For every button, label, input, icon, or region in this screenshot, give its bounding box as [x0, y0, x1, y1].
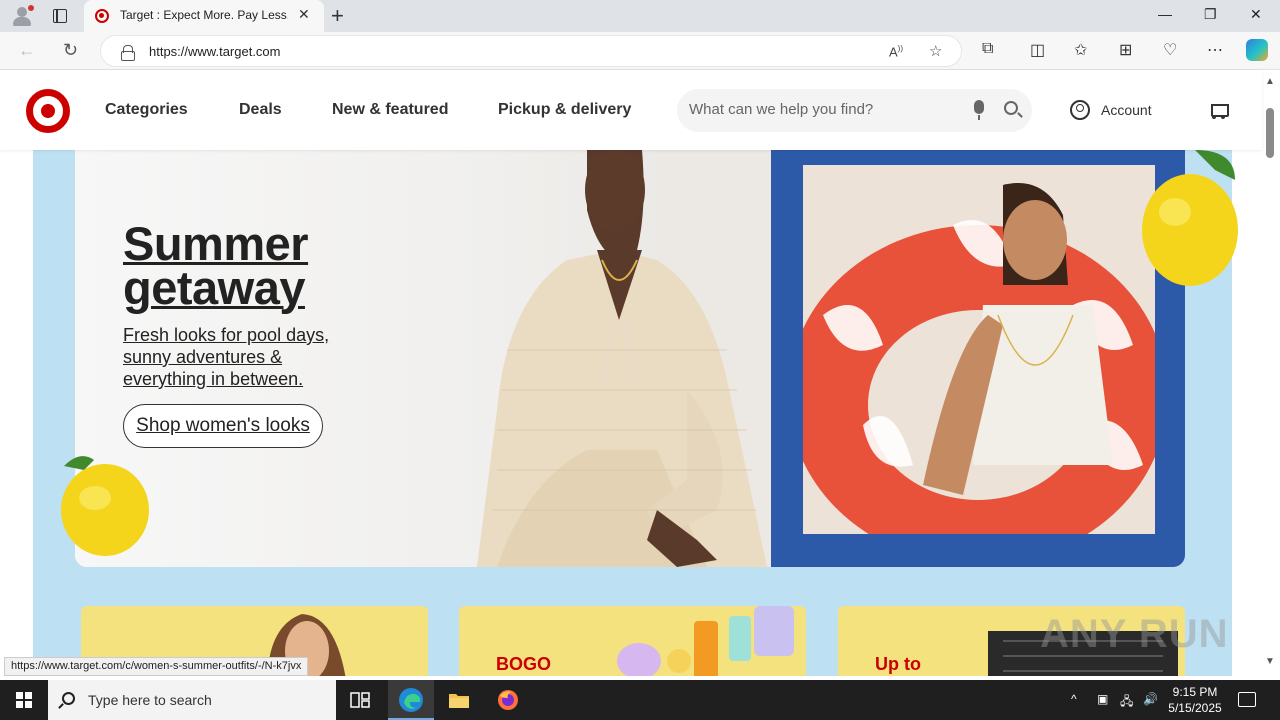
address-bar[interactable]: https://www.target.com A)) ☆ — [100, 35, 962, 67]
taskbar-search-input[interactable]: Type here to search — [88, 692, 212, 708]
target-favicon-icon — [95, 9, 109, 23]
back-button[interactable]: ← — [18, 40, 36, 61]
edge-taskbar-button[interactable] — [388, 680, 434, 720]
browser-essentials-icon[interactable]: ♡ — [1163, 40, 1177, 60]
search-bar[interactable]: What can we help you find? — [677, 89, 1032, 132]
tab-title: Target : Expect More. Pay Less. — [120, 8, 288, 22]
cart-icon[interactable] — [1208, 101, 1229, 119]
tile-up-to-label[interactable]: Up to — [875, 654, 921, 675]
target-logo-icon[interactable] — [26, 89, 70, 133]
tile-bogo-label[interactable]: BOGO — [496, 654, 551, 675]
search-icon — [62, 692, 75, 705]
model-crochet-dress-image[interactable] — [357, 150, 771, 567]
scroll-up-arrow-icon[interactable]: ▲ — [1265, 76, 1275, 87]
file-explorer-icon[interactable] — [447, 688, 471, 712]
notification-center-icon[interactable] — [1238, 692, 1256, 707]
restore-button[interactable]: ❐ — [1204, 6, 1217, 23]
split-screen-icon[interactable]: ◫ — [1030, 40, 1045, 60]
scrollbar-thumb[interactable] — [1266, 108, 1274, 158]
address-toolbar: ← ↻ https://www.target.com A)) ☆ ⧉ ◫ ✩ ⊞… — [0, 32, 1280, 70]
hero-title-line1[interactable]: Summer — [123, 220, 309, 267]
microphone-icon[interactable] — [974, 100, 984, 120]
clock-date: 5/15/2025 — [1168, 701, 1222, 715]
lock-icon[interactable] — [121, 45, 135, 61]
hero-banner[interactable]: Summer getaway Fresh looks for pool days… — [75, 150, 1185, 567]
page-scrollbar[interactable]: ▲ ▼ — [1262, 70, 1280, 676]
lemon-decoration-icon — [1142, 150, 1238, 286]
anyrun-watermark: ANY RUN — [1040, 612, 1229, 656]
scroll-down-arrow-icon[interactable]: ▼ — [1265, 656, 1275, 667]
collections-icon[interactable]: ⊞ — [1119, 40, 1132, 60]
tray-device-icon[interactable]: ▣ — [1097, 692, 1108, 706]
taskbar-clock[interactable]: 9:15 PM 5/15/2025 — [1164, 684, 1226, 716]
task-view-icon[interactable] — [348, 688, 372, 712]
nav-categories[interactable]: Categories — [105, 101, 188, 119]
hero-title-line2[interactable]: getaway — [123, 264, 308, 311]
extensions-icon[interactable]: ⧉ — [982, 40, 993, 58]
nav-pickup-delivery[interactable]: Pickup & delivery — [498, 101, 631, 119]
edge-icon — [399, 688, 423, 712]
browser-tab[interactable]: Target : Expect More. Pay Less. ✕ — [84, 0, 324, 32]
hero-right-panel — [771, 150, 1185, 567]
firefox-icon[interactable] — [496, 688, 520, 712]
browser-titlebar: Target : Expect More. Pay Less. ✕ + — ❐ … — [0, 0, 1280, 32]
taskbar-search-box[interactable]: Type here to search — [48, 680, 336, 720]
status-link-preview: https://www.target.com/c/women-s-summer-… — [4, 657, 309, 676]
profile-icon[interactable] — [10, 5, 34, 27]
windows-taskbar: Type here to search ^ ▣ 🖧 🔊 9:15 PM 5/15… — [0, 680, 1280, 720]
nav-deals[interactable]: Deals — [239, 101, 282, 119]
tab-actions-icon[interactable] — [53, 9, 67, 23]
new-tab-button[interactable]: + — [331, 3, 344, 29]
promo-tile-bogo[interactable]: BOGO — [459, 606, 806, 676]
account-icon[interactable] — [1070, 100, 1090, 120]
model-pool-float-image[interactable] — [803, 165, 1155, 534]
favorites-icon[interactable]: ✩ — [1074, 40, 1087, 60]
close-window-button[interactable]: ✕ — [1250, 6, 1262, 23]
page-content: Summer getaway Fresh looks for pool days… — [0, 150, 1262, 676]
close-tab-button[interactable]: ✕ — [298, 6, 310, 23]
windows-start-icon[interactable] — [16, 692, 32, 708]
lemon-decoration-icon — [61, 456, 149, 556]
volume-icon[interactable]: 🔊 — [1143, 692, 1158, 706]
account-link[interactable]: Account — [1101, 102, 1152, 118]
url-text[interactable]: https://www.target.com — [149, 44, 281, 59]
minimize-button[interactable]: — — [1158, 6, 1172, 22]
more-menu-icon[interactable]: ⋯ — [1207, 40, 1223, 60]
tray-chevron-icon[interactable]: ^ — [1071, 692, 1077, 706]
hero-subtitle[interactable]: Fresh looks for pool days, sunny adventu… — [123, 324, 363, 390]
clock-time: 9:15 PM — [1172, 685, 1218, 699]
copilot-icon[interactable] — [1246, 39, 1268, 61]
refresh-button[interactable]: ↻ — [63, 40, 78, 61]
nav-new-featured[interactable]: New & featured — [332, 101, 448, 119]
favorite-star-icon[interactable]: ☆ — [929, 42, 942, 60]
shop-womens-looks-button[interactable]: Shop women's looks — [123, 404, 323, 448]
network-icon[interactable]: 🖧 — [1120, 692, 1133, 713]
search-input[interactable]: What can we help you find? — [689, 101, 873, 118]
read-aloud-icon[interactable]: A)) — [889, 44, 903, 59]
site-header: Categories Deals New & featured Pickup &… — [0, 70, 1262, 150]
hero-title[interactable]: Summer getaway — [123, 220, 309, 311]
search-icon[interactable] — [1004, 101, 1018, 115]
